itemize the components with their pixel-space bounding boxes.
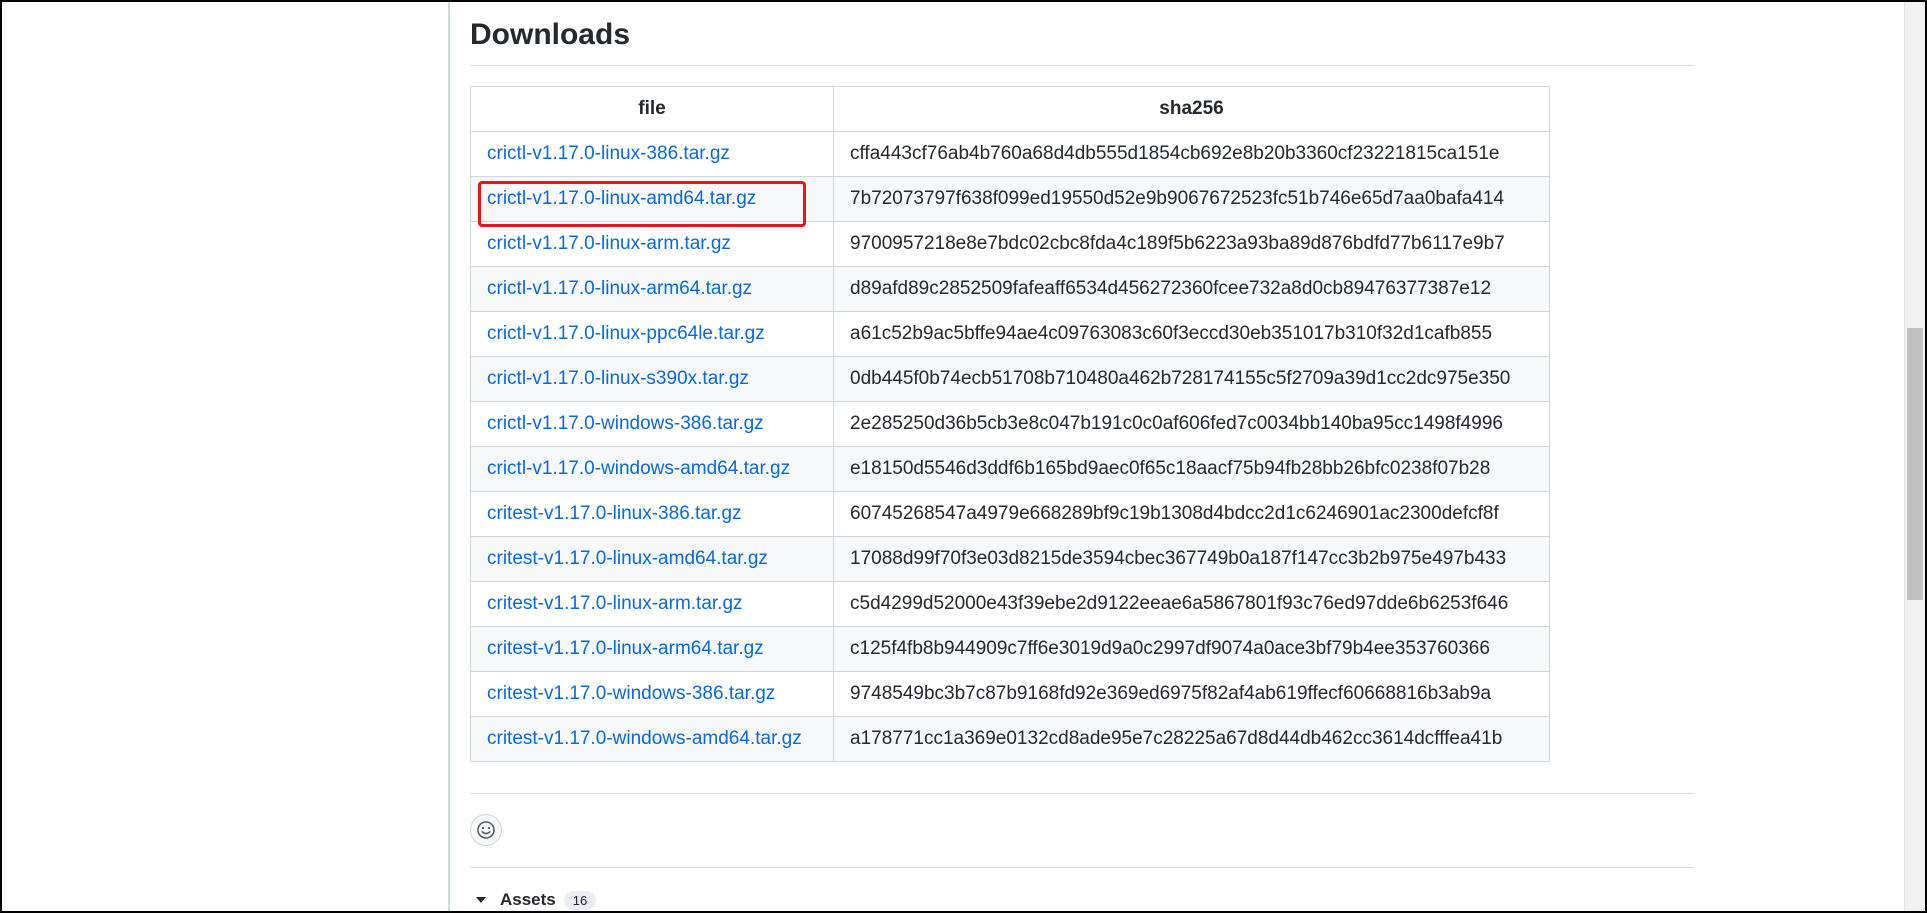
assets-divider [470,867,1694,868]
file-download-link[interactable]: crictl-v1.17.0-linux-386.tar.gz [487,143,730,164]
vertical-scrollbar[interactable] [1904,2,1925,911]
file-download-link[interactable]: crictl-v1.17.0-windows-386.tar.gz [487,413,764,434]
file-cell: crictl-v1.17.0-linux-amd64.tar.gz [470,176,834,222]
sha256-cell: 0db445f0b74ecb51708b710480a462b728174155… [833,356,1550,402]
file-cell: critest-v1.17.0-windows-386.tar.gz [470,671,834,717]
file-download-link[interactable]: critest-v1.17.0-windows-amd64.tar.gz [487,728,802,749]
sha256-cell: 60745268547a4979e668289bf9c19b1308d4bdcc… [833,491,1550,537]
sha256-cell: e18150d5546d3ddf6b165bd9aec0f65c18aacf75… [833,446,1550,492]
sha256-cell: c125f4fb8b944909c7ff6e3019d9a0c2997df907… [833,626,1550,672]
triangle-down-icon [476,897,486,903]
file-cell: crictl-v1.17.0-linux-arm64.tar.gz [470,266,834,312]
sha256-cell: a178771cc1a369e0132cd8ade95e7c28225a67d8… [833,716,1550,762]
table-header-row: file sha256 [470,86,1550,132]
downloads-table-body: crictl-v1.17.0-linux-386.tar.gz cffa443cf… [470,131,1550,762]
file-download-link[interactable]: critest-v1.17.0-windows-386.tar.gz [487,683,775,704]
file-cell: crictl-v1.17.0-linux-386.tar.gz [470,131,834,177]
sha256-cell: cffa443cf76ab4b760a68d4db555d1854cb692e8… [833,131,1550,177]
assets-count-badge: 16 [563,890,597,910]
heading-divider [470,65,1694,66]
file-cell: critest-v1.17.0-windows-amd64.tar.gz [470,716,834,762]
table-row: critest-v1.17.0-windows-amd64.tar.gz a178… [470,716,1550,762]
sha256-cell: 17088d99f70f3e03d8215de3594cbec367749b0a… [833,536,1550,582]
table-row: critest-v1.17.0-linux-arm.tar.gz c5d4299d… [470,581,1550,627]
file-download-link[interactable]: critest-v1.17.0-linux-386.tar.gz [487,503,742,524]
downloads-table: file sha256 crictl-v1.17.0-linux-386.tar… [470,86,1550,762]
scrollbar-thumb[interactable] [1907,328,1923,600]
sha256-cell: d89afd89c2852509fafeaff6534d456272360fce… [833,266,1550,312]
file-cell: critest-v1.17.0-linux-arm.tar.gz [470,581,834,627]
file-cell: crictl-v1.17.0-linux-arm.tar.gz [470,221,834,267]
assets-label: Assets [500,890,556,909]
file-cell: critest-v1.17.0-linux-386.tar.gz [470,491,834,537]
browser-viewport: Downloads file sha256 crictl-v1.17.0-lin… [0,0,1927,913]
table-row: crictl-v1.17.0-windows-amd64.tar.gz e1815… [470,446,1550,492]
table-row: crictl-v1.17.0-linux-arm.tar.gz 970095721… [470,221,1550,267]
file-cell: critest-v1.17.0-linux-amd64.tar.gz [470,536,834,582]
column-header-sha256: sha256 [833,86,1550,132]
sha256-cell: 7b72073797f638f099ed19550d52e9b906767252… [833,176,1550,222]
table-row: critest-v1.17.0-windows-386.tar.gz 974854… [470,671,1550,717]
left-gutter [2,2,450,911]
file-cell: crictl-v1.17.0-linux-ppc64le.tar.gz [470,311,834,357]
file-download-link[interactable]: crictl-v1.17.0-linux-ppc64le.tar.gz [487,323,765,344]
table-row: critest-v1.17.0-linux-386.tar.gz 60745268… [470,491,1550,537]
table-row: critest-v1.17.0-linux-arm64.tar.gz c125f4… [470,626,1550,672]
file-cell: crictl-v1.17.0-windows-386.tar.gz [470,401,834,447]
release-body: Downloads file sha256 crictl-v1.17.0-lin… [470,2,1696,911]
file-cell: crictl-v1.17.0-linux-s390x.tar.gz [470,356,834,402]
smiley-icon [477,821,495,839]
table-row: crictl-v1.17.0-linux-386.tar.gz cffa443cf… [470,131,1550,177]
assets-toggle[interactable]: Assets 16 [470,890,597,910]
sha256-cell: 9700957218e8e7bdc02cbc8fda4c189f5b6223a9… [833,221,1550,267]
file-download-link[interactable]: critest-v1.17.0-linux-arm64.tar.gz [487,638,764,659]
file-download-link[interactable]: critest-v1.17.0-linux-arm.tar.gz [487,593,743,614]
file-download-link[interactable]: crictl-v1.17.0-linux-amd64.tar.gz [487,188,756,209]
file-cell: critest-v1.17.0-linux-arm64.tar.gz [470,626,834,672]
table-row: crictl-v1.17.0-linux-ppc64le.tar.gz a61c5… [470,311,1550,357]
file-download-link[interactable]: crictl-v1.17.0-linux-arm.tar.gz [487,233,731,254]
sha256-cell: 2e285250d36b5cb3e8c047b191c0c0af606fed7c… [833,401,1550,447]
file-download-link[interactable]: crictl-v1.17.0-linux-arm64.tar.gz [487,278,752,299]
table-row: crictl-v1.17.0-linux-arm64.tar.gz d89afd8… [470,266,1550,312]
file-download-link[interactable]: crictl-v1.17.0-linux-s390x.tar.gz [487,368,749,389]
column-header-file: file [470,86,834,132]
sha256-cell: a61c52b9ac5bffe94ae4c09763083c60f3eccd30… [833,311,1550,357]
downloads-heading: Downloads [470,18,631,51]
add-reaction-button[interactable] [470,814,502,846]
table-row: crictl-v1.17.0-linux-s390x.tar.gz 0db445f… [470,356,1550,402]
sha256-cell: c5d4299d52000e43f39ebe2d9122eeae6a586780… [833,581,1550,627]
table-row: crictl-v1.17.0-linux-amd64.tar.gz 7b72073… [470,176,1550,222]
table-row: critest-v1.17.0-linux-amd64.tar.gz 17088d… [470,536,1550,582]
file-download-link[interactable]: critest-v1.17.0-linux-amd64.tar.gz [487,548,768,569]
file-download-link[interactable]: crictl-v1.17.0-windows-amd64.tar.gz [487,458,790,479]
sha256-cell: 9748549bc3b7c87b9168fd92e369ed6975f82af4… [833,671,1550,717]
table-row: crictl-v1.17.0-windows-386.tar.gz 2e28525… [470,401,1550,447]
file-cell: crictl-v1.17.0-windows-amd64.tar.gz [470,446,834,492]
content-divider [470,793,1694,794]
